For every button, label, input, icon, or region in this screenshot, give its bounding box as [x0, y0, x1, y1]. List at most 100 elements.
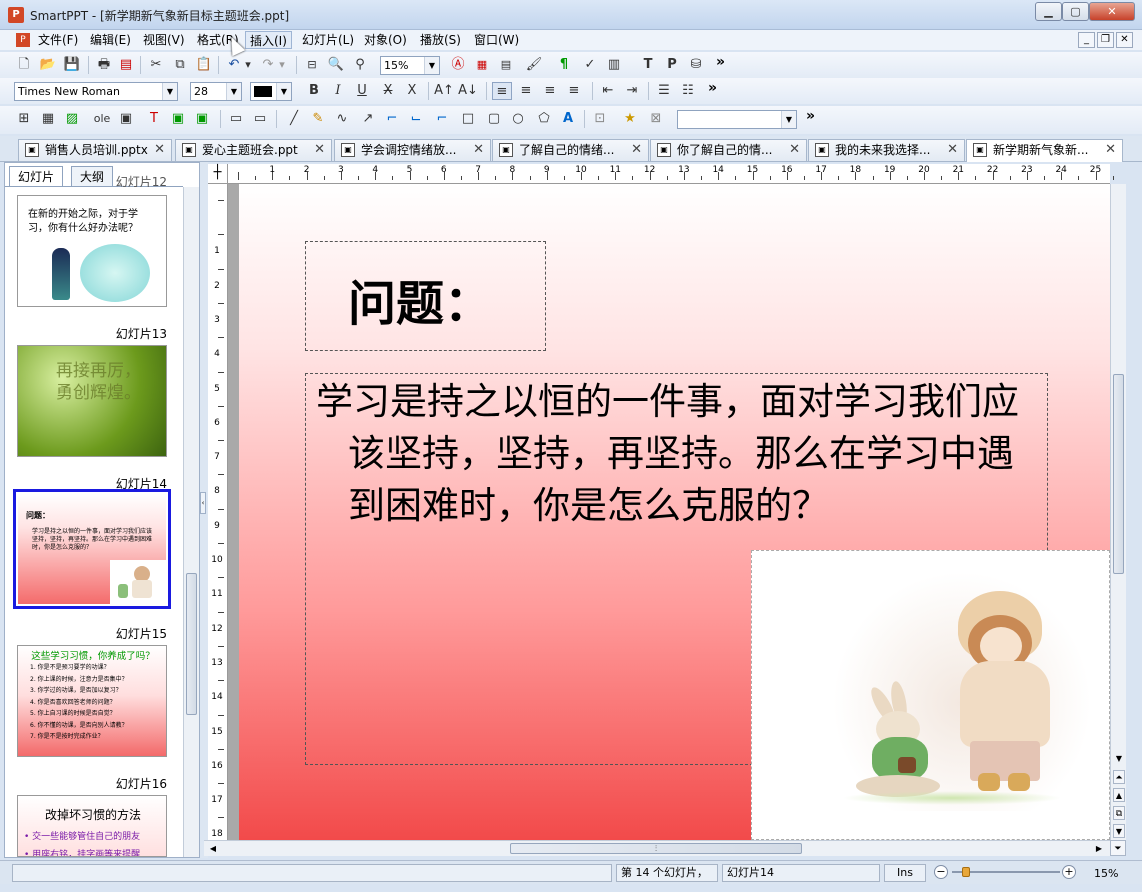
slide-view-icon[interactable]: ▭: [226, 110, 246, 128]
bent-connector-icon[interactable]: ⌐: [432, 110, 452, 128]
last-slide-icon[interactable]: ⏷: [1110, 840, 1126, 856]
text-color-icon[interactable]: Ⓐ: [448, 56, 468, 74]
menu-slide[interactable]: 幻灯片(L): [298, 31, 358, 49]
bold-icon[interactable]: B: [304, 82, 324, 100]
strikethrough-icon[interactable]: X: [378, 82, 398, 100]
increase-indent-icon[interactable]: ⇥: [622, 82, 642, 100]
rectangle-icon[interactable]: □: [458, 110, 478, 128]
close-icon[interactable]: ✕: [473, 140, 484, 160]
notes-icon[interactable]: ▤: [496, 56, 516, 74]
align-right-icon[interactable]: ≡: [540, 82, 560, 100]
ruler-corner-icon[interactable]: ┼: [208, 164, 228, 184]
close-icon[interactable]: ✕: [314, 140, 325, 160]
slide-canvas[interactable]: 问题： 学习是持之以恒的一件事，面对学习我们应该坚持，坚持，再坚持。那么在学习中…: [239, 184, 1110, 840]
align-left-icon[interactable]: ≡: [492, 82, 512, 100]
more-draw-icon[interactable]: »: [806, 108, 815, 124]
mdi-minimize-button[interactable]: _: [1078, 32, 1095, 48]
chevron-down-icon[interactable]: ▼: [424, 57, 439, 74]
pencil-icon[interactable]: ✎: [308, 110, 328, 128]
ole-icon[interactable]: ole: [92, 110, 112, 128]
menu-play[interactable]: 播放(S): [416, 31, 465, 49]
title-placeholder[interactable]: 问题：: [305, 241, 546, 351]
document-icon[interactable]: P: [16, 33, 30, 47]
chevron-down-icon[interactable]: ▼: [226, 83, 241, 100]
paste-icon[interactable]: 📋: [194, 56, 214, 74]
close-icon[interactable]: ✕: [947, 140, 958, 160]
close-icon[interactable]: ✕: [1105, 140, 1116, 160]
chevron-down-icon[interactable]: ▼: [162, 83, 177, 100]
picture-icon[interactable]: ▨: [62, 110, 82, 128]
slide-illustration[interactable]: [751, 550, 1110, 840]
page-icon[interactable]: P: [662, 56, 682, 74]
chart-icon[interactable]: ▥: [604, 56, 624, 74]
gallery-icon[interactable]: ▣: [192, 110, 212, 128]
align-center-icon[interactable]: ≡: [516, 82, 536, 100]
menu-file[interactable]: 文件(F): [34, 31, 82, 49]
undo-icon[interactable]: ↶: [224, 56, 244, 74]
font-size-select[interactable]: 28 ▼: [190, 82, 242, 101]
panel-splitter[interactable]: ‹: [200, 162, 208, 858]
redo-dropdown-icon[interactable]: ▾: [276, 56, 288, 74]
numbered-list-icon[interactable]: ☷: [678, 82, 698, 100]
next-slide-icon[interactable]: ▼: [1113, 824, 1125, 838]
cut-icon[interactable]: ✂: [146, 56, 166, 74]
italic-icon[interactable]: I: [328, 82, 348, 100]
zoom-in-icon[interactable]: 🔍: [326, 56, 346, 74]
copy-icon[interactable]: ⧉: [170, 56, 190, 74]
first-slide-icon[interactable]: ⏶: [1113, 770, 1125, 784]
scroll-left-icon[interactable]: ◀: [206, 842, 220, 855]
curve-icon[interactable]: ∿: [332, 110, 352, 128]
menu-insert[interactable]: 插入(I): [245, 31, 292, 49]
slide-thumbnail-14[interactable]: 问题： 学习是持之以恒的一件事，面对学习我们应该坚持，坚持，再坚持。那么在学习中…: [17, 493, 167, 605]
menu-window[interactable]: 窗口(W): [470, 31, 523, 49]
arrow-icon[interactable]: ↗: [358, 110, 378, 128]
scrollbar-thumb[interactable]: [1113, 374, 1124, 574]
canvas-vertical-scrollbar[interactable]: ▼ ⏶ ▲ ⧉ ▼: [1110, 184, 1126, 840]
open-icon[interactable]: 📂: [38, 56, 58, 74]
minimize-button[interactable]: ▁: [1035, 2, 1062, 21]
undo-dropdown-icon[interactable]: ▾: [242, 56, 254, 74]
frame-icon[interactable]: ▣: [116, 110, 136, 128]
tab-document[interactable]: ▣ 你了解自己的情... ✕: [650, 139, 807, 161]
collapse-icon[interactable]: ‹: [200, 492, 206, 514]
ellipse-icon[interactable]: ○: [508, 110, 528, 128]
database-icon[interactable]: ⛁: [686, 56, 706, 74]
menu-view[interactable]: 视图(V): [139, 31, 189, 49]
zoom-select[interactable]: 15% ▼: [380, 56, 440, 75]
close-icon[interactable]: ✕: [154, 140, 165, 160]
select-icon[interactable]: ⊞: [14, 110, 34, 128]
tab-document-active[interactable]: ▣ 新学期新气象新... ✕: [966, 139, 1123, 162]
justify-icon[interactable]: ≡: [564, 82, 584, 100]
spellcheck-icon[interactable]: ✓: [580, 56, 600, 74]
smartppt-app-icon[interactable]: P: [8, 7, 24, 23]
scrollbar-thumb[interactable]: ⫶: [510, 843, 802, 854]
shapes-icon[interactable]: ⬠: [534, 110, 554, 128]
scroll-right-icon[interactable]: ▶: [1092, 842, 1106, 855]
mdi-close-button[interactable]: ✕: [1116, 32, 1133, 48]
zoom-slider-handle[interactable]: [962, 867, 970, 877]
tab-document[interactable]: ▣ 爱心主题班会.ppt ✕: [175, 139, 332, 161]
star-icon[interactable]: ★: [620, 110, 640, 128]
tab-document[interactable]: ▣ 销售人员培训.pptx ✕: [18, 139, 172, 161]
new-icon[interactable]: 🗋: [14, 56, 34, 74]
fit-page-icon[interactable]: ⊟: [302, 56, 322, 74]
scroll-down-icon[interactable]: ▼: [1113, 752, 1125, 766]
slide-window-icon[interactable]: ⧉: [1113, 806, 1125, 820]
textbox-icon[interactable]: T: [144, 110, 164, 128]
canvas-horizontal-scrollbar[interactable]: ◀ ⫶ ▶: [204, 840, 1110, 856]
image-frame-icon[interactable]: ▣: [168, 110, 188, 128]
close-button[interactable]: ✕: [1089, 2, 1135, 21]
line-icon[interactable]: ╱: [284, 110, 304, 128]
outline-view-icon[interactable]: ▭: [250, 110, 270, 128]
bullet-list-icon[interactable]: ☰: [654, 82, 674, 100]
mdi-restore-button[interactable]: ❐: [1097, 32, 1114, 48]
close-icon[interactable]: ✕: [631, 140, 642, 160]
close-icon[interactable]: ✕: [789, 140, 800, 160]
more-format-icon[interactable]: »: [708, 80, 717, 96]
underline-icon[interactable]: U: [352, 82, 372, 100]
maximize-button[interactable]: ▢: [1062, 2, 1089, 21]
rounded-rectangle-icon[interactable]: ▢: [484, 110, 504, 128]
elbow-connector-icon[interactable]: ⌙: [406, 110, 426, 128]
increase-font-icon[interactable]: A↑: [434, 82, 454, 100]
slide-thumbnail-13[interactable]: 再接再厉，勇创辉煌。: [17, 345, 167, 457]
